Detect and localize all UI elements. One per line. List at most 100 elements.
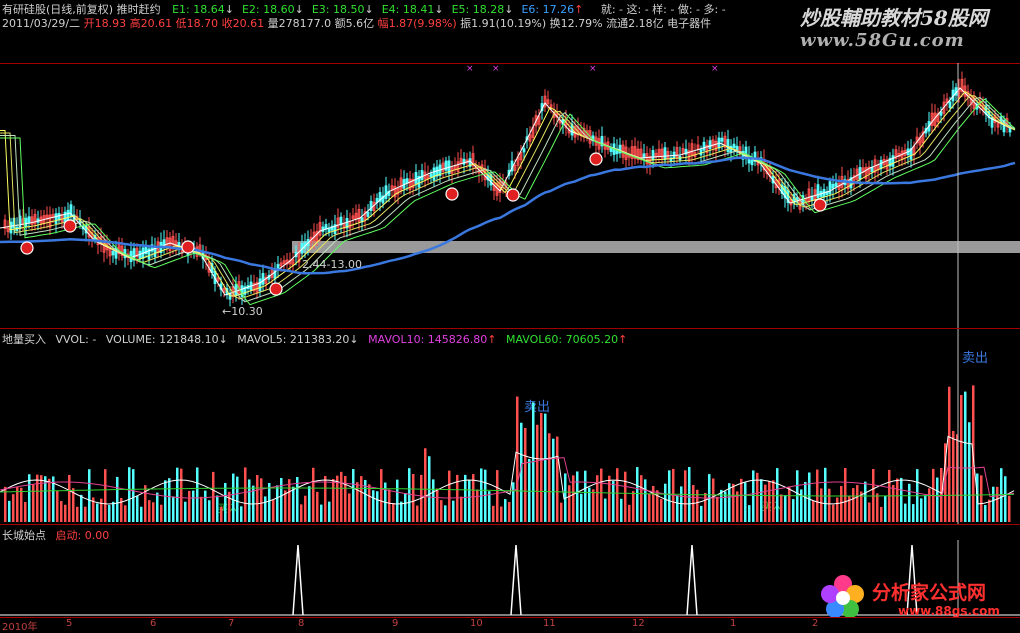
volume-bar xyxy=(392,503,395,522)
volume-bar xyxy=(552,438,555,522)
volume-bar xyxy=(668,470,671,522)
candle-body xyxy=(414,171,418,185)
volume-bar xyxy=(504,499,507,522)
buy-signal-marker xyxy=(20,241,34,255)
volume-bar xyxy=(256,475,259,522)
volume-bar xyxy=(960,395,963,522)
buy-signal-marker xyxy=(269,282,283,296)
volume-bar xyxy=(556,436,559,522)
volume-bar xyxy=(748,505,751,522)
volume-bar xyxy=(412,474,415,522)
axis-month-label: 9 xyxy=(392,618,399,629)
volume-bar xyxy=(804,481,807,522)
flower-logo-icon xyxy=(820,574,866,620)
volume-bar xyxy=(996,486,999,522)
volume-bar xyxy=(540,412,543,522)
candle-body xyxy=(720,137,724,142)
volume-bar xyxy=(900,477,903,522)
volume-bar xyxy=(824,467,827,522)
volume-bar xyxy=(644,479,647,522)
buy-signal-marker xyxy=(506,188,520,202)
volume-bar xyxy=(136,495,139,522)
buy-signal-marker xyxy=(589,152,603,166)
volume-bar xyxy=(368,484,371,522)
candle-body xyxy=(429,173,433,178)
volume-bar xyxy=(612,481,615,522)
candle-body xyxy=(261,273,265,285)
volume-bar xyxy=(716,496,719,522)
volume-bar xyxy=(76,506,79,522)
volume-bar xyxy=(676,495,679,522)
volume-bar xyxy=(16,487,19,522)
volume-bar xyxy=(840,485,843,522)
volume-bar xyxy=(476,489,479,522)
volume-bar xyxy=(112,501,115,522)
volume-bar xyxy=(836,497,839,522)
volume-bar xyxy=(732,483,735,522)
volume-bar xyxy=(568,485,571,522)
volume-bar xyxy=(448,470,451,522)
ma-ribbon-line xyxy=(0,96,1016,303)
volume-bar xyxy=(876,493,879,522)
ma-ribbon-line xyxy=(0,98,1016,306)
axis-month-label: 8 xyxy=(298,618,305,629)
axis-month-label: 5 xyxy=(66,618,73,629)
volume-bar xyxy=(452,500,455,522)
watermark-bottom-title: 分析家公式网 xyxy=(872,582,987,604)
volume-bar xyxy=(372,490,375,522)
candle-body xyxy=(54,213,58,224)
volume-bar xyxy=(348,493,351,522)
volume-bar xyxy=(640,475,643,522)
volume-bar xyxy=(332,478,335,522)
candle-body xyxy=(828,181,832,195)
volume-chart[interactable] xyxy=(0,329,1020,524)
volume-bar xyxy=(800,489,803,522)
volume-bar xyxy=(260,478,263,522)
volume-bar xyxy=(784,495,787,522)
buy-signal-marker xyxy=(181,240,195,254)
volume-bar xyxy=(40,475,43,522)
volume-bar xyxy=(232,473,235,522)
volume-bar xyxy=(124,505,127,522)
watermark-bottom-url: www.88gs.com xyxy=(898,604,1000,618)
candle-body xyxy=(432,167,436,181)
volume-bar xyxy=(516,396,519,522)
candle-body xyxy=(384,185,388,199)
volume-bar xyxy=(28,474,31,522)
candle-body xyxy=(420,170,424,181)
quote-volume: 量278177.0 xyxy=(267,17,332,30)
volume-bar xyxy=(304,495,307,522)
volume-bar xyxy=(352,469,355,522)
quote-high: 高20.61 xyxy=(129,17,173,30)
volume-bar xyxy=(792,499,795,522)
axis-month-label: 1 xyxy=(730,618,737,629)
volume-bar xyxy=(624,471,627,522)
candle-body xyxy=(708,140,712,149)
volume-bar xyxy=(132,469,135,522)
price-chart[interactable]: × × × × xyxy=(0,63,1020,328)
volume-bar xyxy=(328,501,331,522)
signal-chart[interactable] xyxy=(0,525,1020,617)
buy-signal-marker xyxy=(63,219,77,233)
volume-bar xyxy=(600,468,603,522)
candle-body xyxy=(870,167,874,173)
volume-bar xyxy=(984,504,987,522)
quote-change: 幅1.87(9.98%) xyxy=(377,17,457,30)
volume-bar xyxy=(100,498,103,522)
volume-bar xyxy=(704,492,707,522)
volume-bar xyxy=(820,488,823,522)
volume-bar xyxy=(32,484,35,522)
volume-bar xyxy=(436,488,439,522)
quote-float: 流通2.18亿 xyxy=(606,17,664,30)
volume-bar xyxy=(340,471,343,522)
volume-bar xyxy=(776,468,779,522)
candle-body xyxy=(948,101,952,108)
price-annotation-mid: 2.44-13.00 xyxy=(302,258,362,271)
volume-bar xyxy=(604,498,607,522)
volume-bar xyxy=(312,467,315,522)
volume-bar xyxy=(396,479,399,522)
quote-open: 开18.93 xyxy=(83,17,127,30)
volume-bar xyxy=(128,467,131,522)
candle-body xyxy=(324,224,328,230)
watermark-title: 炒股輔助教材58股网 xyxy=(800,6,988,30)
